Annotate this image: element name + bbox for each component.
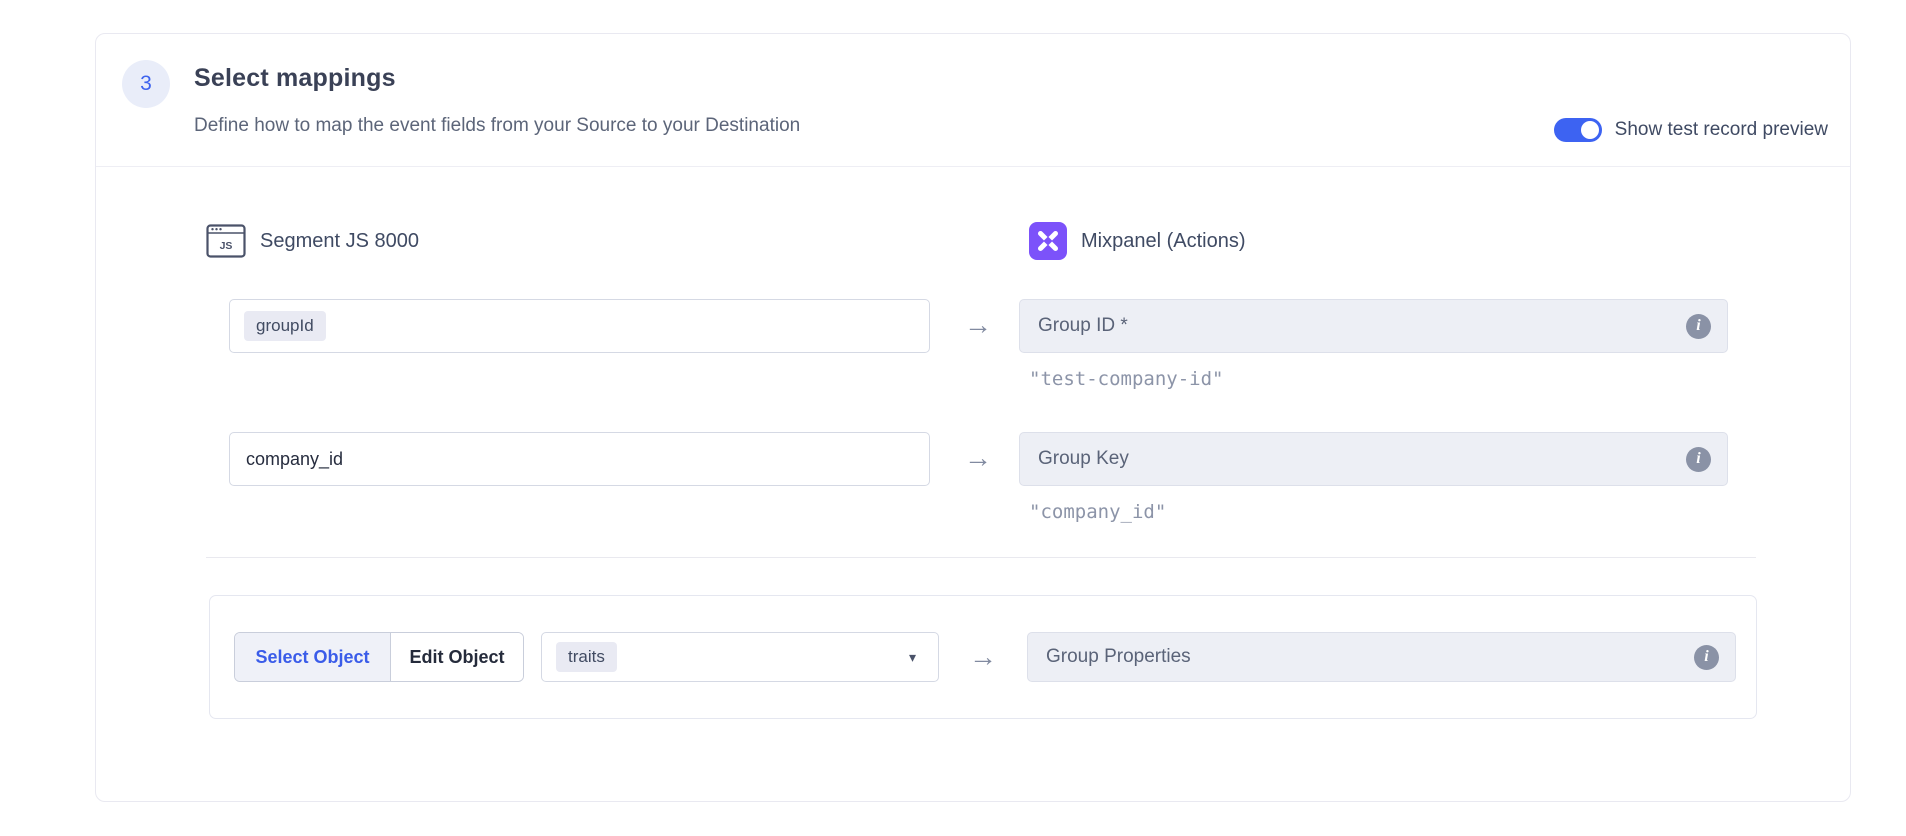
source-column-header: JS Segment JS 8000	[206, 222, 419, 260]
mapping-arrow-icon: →	[964, 444, 992, 472]
object-mode-button-group: Select Object Edit Object	[234, 632, 524, 682]
source-field-company-id	[229, 432, 930, 486]
test-record-preview-control: Show test record preview	[1554, 118, 1828, 142]
source-field-input[interactable]	[244, 448, 895, 471]
mapping-arrow-icon: →	[964, 311, 992, 339]
source-token-chip[interactable]: groupId	[244, 311, 326, 341]
destination-name: Mixpanel (Actions)	[1081, 230, 1246, 253]
show-test-record-toggle[interactable]	[1554, 118, 1602, 142]
edit-object-button[interactable]: Edit Object	[391, 633, 523, 681]
browser-js-icon: JS	[206, 222, 246, 260]
dest-field-group-id: Group ID * i	[1019, 299, 1728, 353]
toggle-label: Show test record preview	[1615, 119, 1828, 141]
page-subtitle: Define how to map the event fields from …	[194, 115, 800, 137]
step-number-badge: 3	[122, 60, 170, 108]
select-mappings-card: 3 Select mappings Define how to map the …	[95, 33, 1851, 802]
select-object-button[interactable]: Select Object	[235, 633, 391, 681]
header-divider	[96, 166, 1850, 167]
dest-field-label: Group ID *	[1038, 315, 1128, 337]
source-name: Segment JS 8000	[260, 230, 419, 253]
dest-field-label: Group Properties	[1046, 646, 1191, 668]
toggle-knob	[1581, 121, 1599, 139]
object-mapping-box: Select Object Edit Object traits ▾ → Gro…	[209, 595, 1757, 719]
dropdown-value-chip: traits	[556, 642, 617, 672]
mixpanel-icon	[1029, 222, 1067, 260]
source-field-groupid[interactable]: groupId	[229, 299, 930, 353]
info-icon[interactable]: i	[1694, 645, 1719, 670]
destination-column-header: Mixpanel (Actions)	[1029, 222, 1246, 260]
page-title: Select mappings	[194, 64, 396, 93]
mapping-arrow-icon: →	[969, 643, 997, 671]
section-divider	[206, 557, 1756, 558]
info-icon[interactable]: i	[1686, 447, 1711, 472]
svg-text:JS: JS	[220, 240, 233, 252]
chevron-down-icon: ▾	[909, 649, 916, 666]
dest-field-group-properties: Group Properties i	[1027, 632, 1736, 682]
test-preview-value: "company_id"	[1029, 501, 1166, 523]
info-icon[interactable]: i	[1686, 314, 1711, 339]
object-source-dropdown[interactable]: traits ▾	[541, 632, 939, 682]
dest-field-group-key: Group Key i	[1019, 432, 1728, 486]
test-preview-value: "test-company-id"	[1029, 368, 1223, 390]
dest-field-label: Group Key	[1038, 448, 1129, 470]
